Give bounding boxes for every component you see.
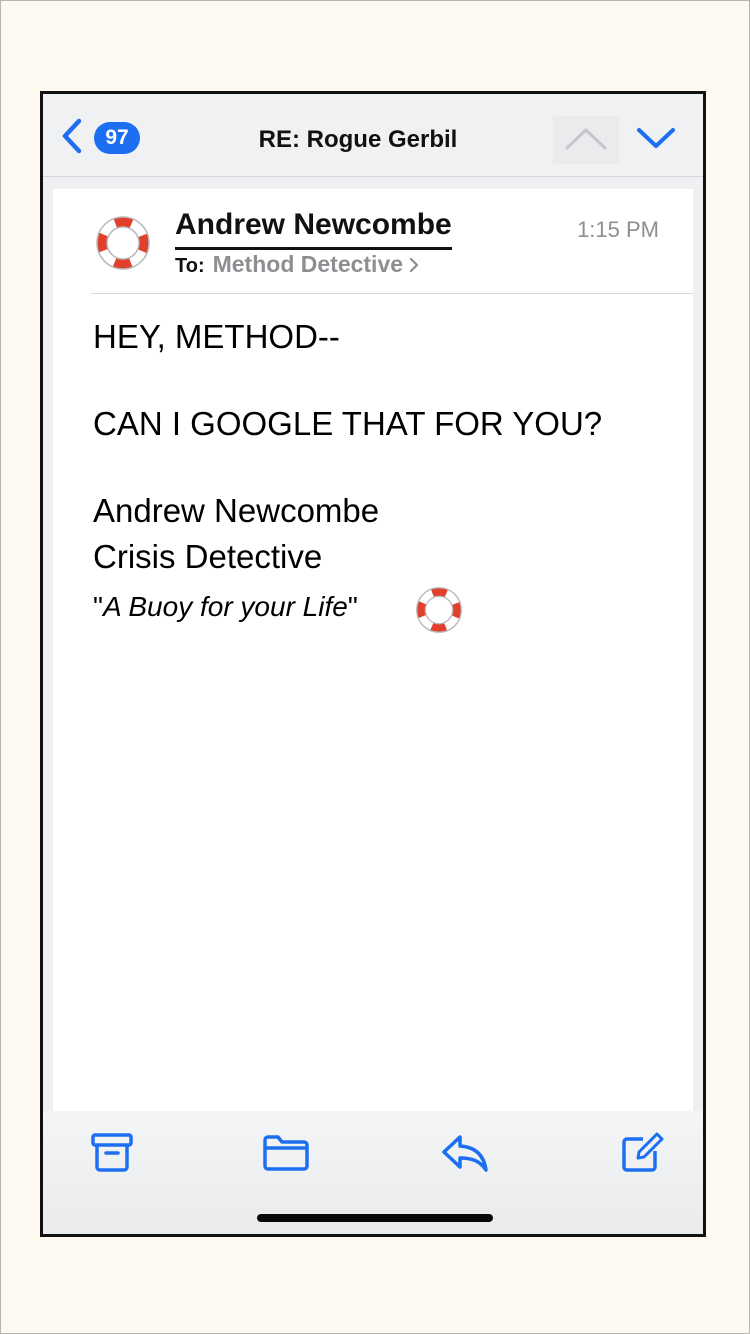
previous-message-button[interactable] — [553, 116, 619, 164]
quote-open-mark: " — [93, 591, 103, 622]
home-indicator[interactable] — [257, 1214, 493, 1222]
lifebuoy-icon — [416, 587, 462, 633]
archive-icon — [91, 1133, 133, 1172]
signature-quote: "A Buoy for your Life" — [93, 587, 358, 627]
chevron-right-icon — [409, 258, 419, 272]
archive-button[interactable] — [87, 1131, 137, 1175]
compose-icon — [622, 1132, 664, 1172]
reply-icon — [442, 1135, 488, 1172]
signature-title: Crisis Detective — [93, 538, 323, 575]
folder-icon — [263, 1135, 309, 1171]
signature-name: Andrew Newcombe — [93, 492, 380, 529]
compose-button[interactable] — [617, 1131, 667, 1175]
unread-count-badge[interactable]: 97 — [94, 122, 140, 154]
message-card: Andrew Newcombe 1:15 PM To: Method Detect… — [53, 189, 693, 1111]
signature-quote-text: A Buoy for your Life — [102, 591, 348, 622]
sender-name[interactable]: Andrew Newcombe — [175, 205, 452, 250]
chevron-down-icon — [637, 128, 675, 148]
navigation-bar: 97 RE: Rogue Gerbil — [43, 94, 703, 177]
message-time: 1:15 PM — [577, 217, 659, 242]
message-subject-title: RE: Rogue Gerbil — [258, 126, 458, 153]
chevron-up-icon — [565, 128, 607, 150]
lifebuoy-icon — [96, 216, 150, 270]
to-label: To: — [175, 255, 205, 277]
message-body: CAN I GOOGLE THAT FOR YOU? — [93, 405, 603, 442]
chevron-left-icon[interactable] — [57, 116, 87, 156]
message-greeting: HEY, METHOD-- — [93, 318, 340, 355]
recipient-name[interactable]: Method Detective — [213, 251, 403, 277]
quote-close-mark: " — [347, 591, 358, 622]
recipient-line: To: Method Detective — [175, 251, 419, 279]
reply-button[interactable] — [440, 1131, 490, 1175]
next-message-button[interactable] — [631, 116, 681, 164]
header-divider — [91, 293, 693, 294]
phone-screen: 97 RE: Rogue Gerbil Andrew Newcombe 1:15… — [40, 91, 706, 1237]
move-to-folder-button[interactable] — [261, 1131, 311, 1175]
